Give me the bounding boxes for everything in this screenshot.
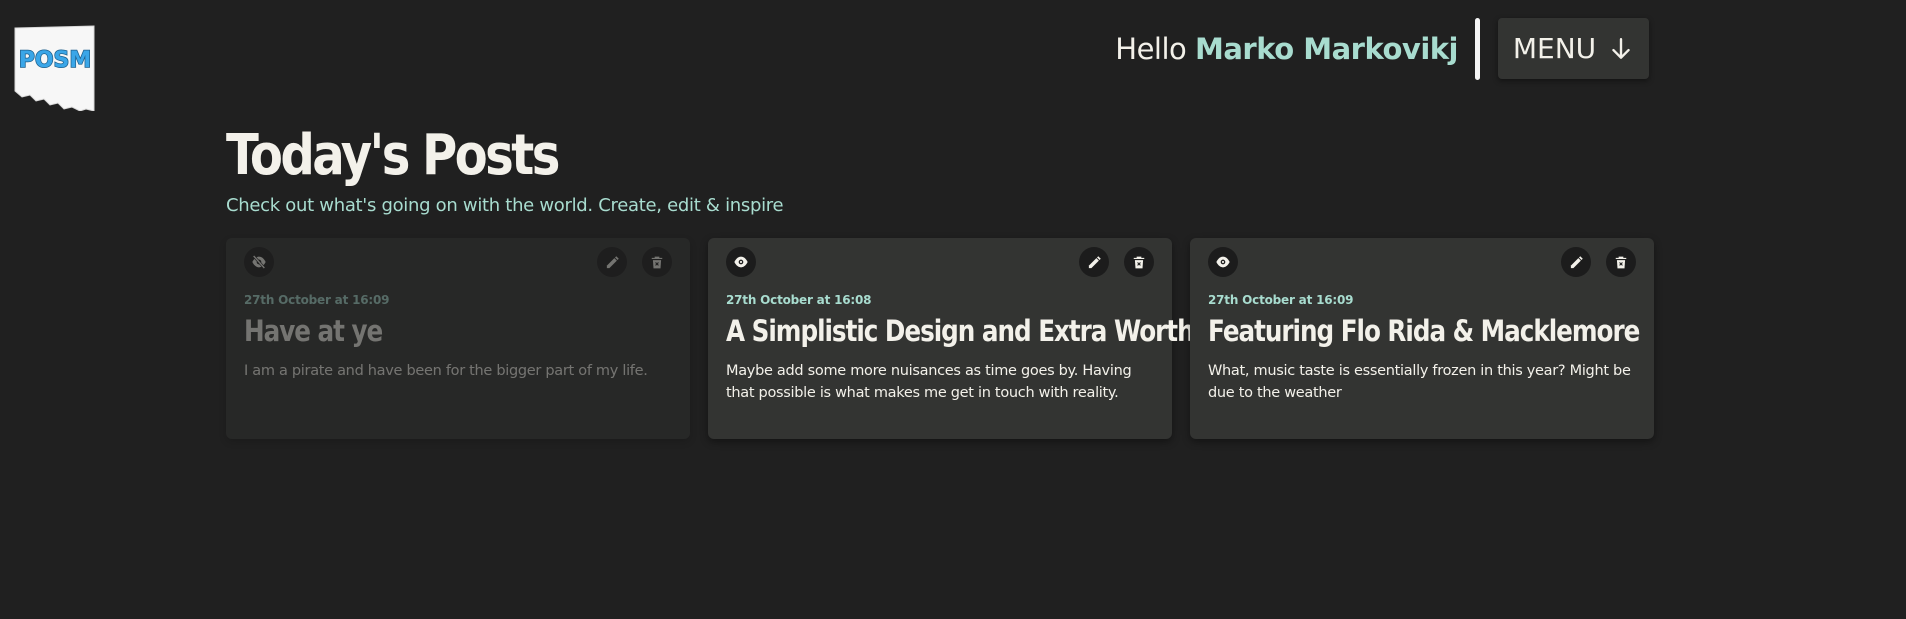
post-card[interactable]: 27th October at 16:09 Featuring Flo Rida… (1190, 238, 1654, 439)
post-card[interactable]: 27th October at 16:08 A Simplistic Desig… (708, 238, 1195, 439)
page-subtitle: Check out what's going on with the world… (226, 195, 784, 216)
eye-icon[interactable] (1208, 247, 1238, 277)
post-date: 27th October at 16:09 (244, 293, 390, 307)
header-divider (1475, 17, 1480, 80)
post-title: Have at ye (244, 314, 383, 348)
post-card[interactable]: 27th October at 16:09 Have at ye I am a … (226, 238, 690, 439)
user-name: Marko Markovikj (1195, 31, 1459, 66)
post-title: Featuring Flo Rida & Macklemore (1208, 314, 1640, 348)
post-list: 27th October at 16:09 Have at ye I am a … (226, 238, 1654, 439)
post-body: I am a pirate and have been for the bigg… (244, 363, 648, 379)
eye-icon[interactable] (726, 247, 756, 277)
post-date: 27th October at 16:09 (1208, 293, 1354, 307)
greeting-text: Hello (1115, 31, 1187, 66)
top-header: Hello Marko Markovikj MENU (1115, 17, 1649, 80)
pencil-icon[interactable] (1561, 247, 1591, 277)
eye-off-icon[interactable] (244, 247, 274, 277)
post-date: 27th October at 16:08 (726, 293, 872, 307)
page-title: Today's Posts (226, 123, 560, 188)
menu-button[interactable]: MENU (1498, 18, 1649, 79)
user-greeting: Hello Marko Markovikj (1115, 32, 1458, 66)
trash-icon[interactable] (1606, 247, 1636, 277)
pencil-icon[interactable] (1079, 247, 1109, 277)
trash-icon[interactable] (1124, 247, 1154, 277)
post-body: Maybe add some more nuisances as time go… (726, 363, 1132, 401)
trash-icon[interactable] (642, 247, 672, 277)
menu-label: MENU (1512, 32, 1597, 65)
logo-text: POSM (19, 48, 92, 73)
post-body: What, music taste is essentially frozen … (1208, 363, 1631, 401)
posm-logo[interactable]: POSM (14, 25, 96, 112)
post-title: A Simplistic Design and Extra Worth (726, 314, 1195, 348)
arrow-down-icon (1608, 36, 1634, 62)
pencil-icon[interactable] (597, 247, 627, 277)
